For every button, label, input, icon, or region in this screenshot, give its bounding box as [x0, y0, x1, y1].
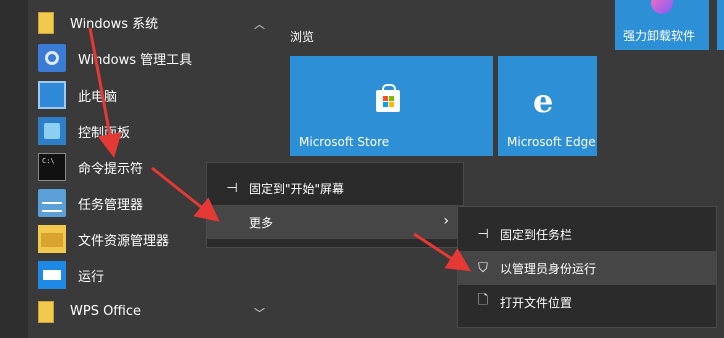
annotation-arrows [88, 27, 472, 272]
annotation-arrow [413, 232, 472, 272]
annotation-arrow [151, 166, 220, 222]
annotation-arrow [88, 27, 122, 158]
